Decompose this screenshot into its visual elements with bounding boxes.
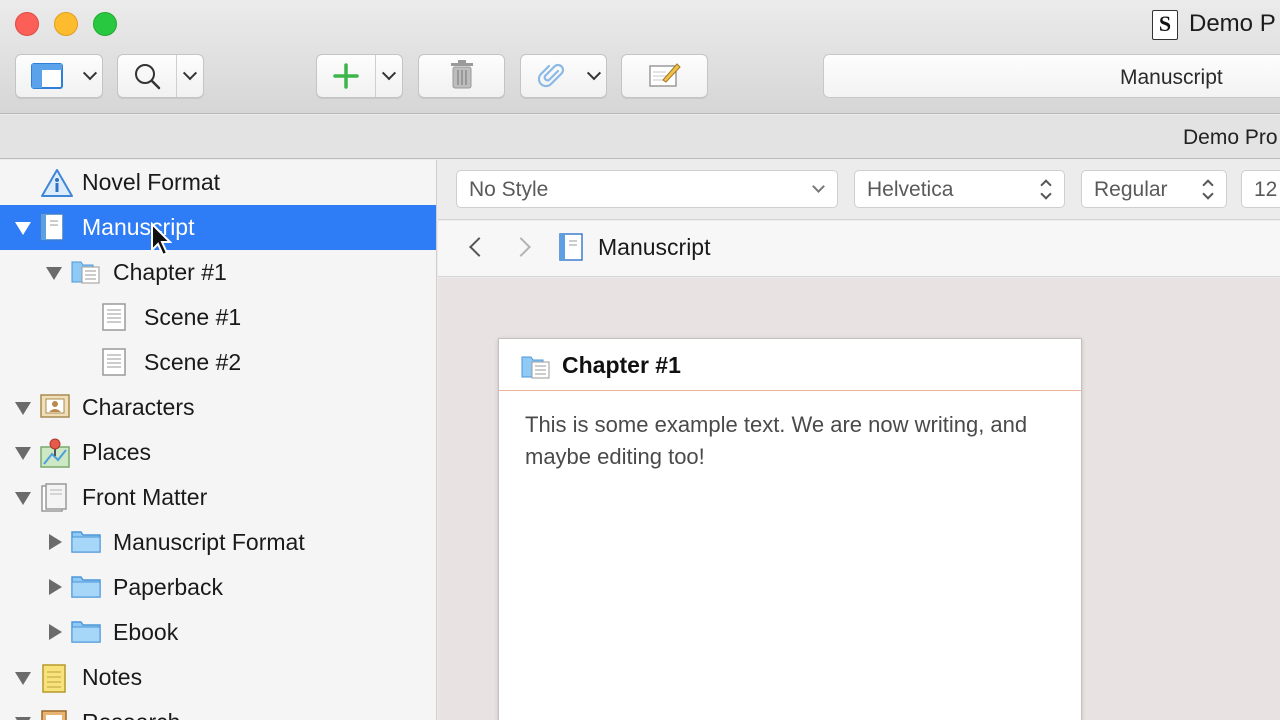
card-body-text[interactable]: This is some example text. We are now wr… (525, 409, 1065, 473)
text-document-icon (102, 348, 126, 381)
font-family-value: Helvetica (867, 178, 954, 201)
font-weight-select[interactable]: Regular (1081, 170, 1227, 208)
binder-item-label: Chapter #1 (113, 259, 227, 285)
front-matter-icon (40, 483, 68, 518)
plus-icon[interactable] (317, 55, 375, 97)
binder-item-label: Places (82, 439, 152, 465)
text-document-icon (102, 303, 126, 336)
binder-item-front-matter[interactable]: Front Matter (0, 475, 436, 520)
chevron-down-icon[interactable] (177, 55, 203, 97)
disclosure-collapsed-icon[interactable] (49, 579, 62, 595)
chevron-down-icon[interactable] (583, 55, 605, 97)
binder-item-characters[interactable]: Characters (0, 385, 436, 430)
view-layout-button[interactable] (15, 54, 103, 98)
warning-info-icon (40, 168, 74, 203)
scrivener-document-icon: S (1152, 10, 1178, 40)
folder-icon (71, 573, 101, 604)
binder-item-label: Manuscript Format (113, 529, 305, 555)
paperclip-icon[interactable] (521, 55, 583, 97)
search-button[interactable] (117, 54, 204, 98)
compose-button[interactable] (621, 54, 708, 98)
disclosure-expanded-icon[interactable] (15, 672, 31, 685)
binder-item-ebook[interactable]: Ebook (0, 610, 436, 655)
font-size-value: 12 (1254, 178, 1278, 201)
font-family-select[interactable]: Helvetica (854, 170, 1065, 208)
character-card-icon (40, 393, 70, 424)
binder-item-label: Scene #2 (144, 349, 242, 375)
forward-arrow-icon[interactable] (511, 237, 531, 257)
project-title-bar: Demo Pro (0, 115, 1280, 159)
folder-icon (71, 618, 101, 649)
editor-header-bar: Manuscript (438, 221, 1280, 277)
stepper-arrows-icon (1040, 179, 1052, 201)
editor-header-title: Manuscript (598, 234, 711, 260)
document-title-field[interactable]: Manuscript (823, 54, 1280, 98)
binder-item-manuscript[interactable]: Manuscript (0, 205, 436, 250)
disclosure-expanded-icon[interactable] (15, 402, 31, 415)
binder-sidebar: Novel Format Manuscript Chapter #1 Scene #1… (0, 160, 437, 720)
disclosure-expanded-icon[interactable] (15, 222, 31, 235)
font-weight-value: Regular (1094, 178, 1168, 201)
map-pin-icon (40, 438, 70, 473)
font-size-field[interactable]: 12 (1241, 170, 1280, 208)
binder-item-scene-1[interactable]: Scene #1 (0, 295, 436, 340)
window-toolbar: S Demo P Manuscript (0, 0, 1280, 114)
paragraph-style-value: No Style (469, 178, 549, 201)
back-arrow-icon[interactable] (469, 237, 489, 257)
disclosure-expanded-icon[interactable] (15, 447, 31, 460)
minimize-window-button[interactable] (54, 12, 78, 36)
stepper-arrows-icon (1202, 179, 1214, 201)
binder-item-label: Novel Format (82, 169, 221, 195)
draft-folder-icon (559, 233, 583, 266)
binder-item-manuscript-format[interactable]: Manuscript Format (0, 520, 436, 565)
attach-button[interactable] (520, 54, 607, 98)
trash-button[interactable] (418, 54, 505, 98)
binder-item-label: Front Matter (82, 484, 208, 510)
trash-icon (449, 59, 475, 94)
disclosure-expanded-icon[interactable] (46, 267, 62, 280)
binder-item-label: Characters (82, 394, 195, 420)
binder-layout-icon[interactable] (16, 55, 78, 97)
disclosure-collapsed-icon[interactable] (49, 624, 62, 640)
mouse-pointer-icon (150, 221, 174, 263)
binder-item-places[interactable]: Places (0, 430, 436, 475)
window-title: Demo P (1189, 10, 1276, 37)
binder-item-paperback[interactable]: Paperback (0, 565, 436, 610)
binder-item-novel-format[interactable]: Novel Format (0, 160, 436, 205)
card-header: Chapter #1 (499, 339, 1081, 391)
binder-item-label: Scene #1 (144, 304, 242, 330)
disclosure-expanded-icon[interactable] (15, 492, 31, 505)
chapter-folder-icon (71, 258, 101, 289)
project-title: Demo Pro (1183, 126, 1278, 149)
zoom-window-button[interactable] (93, 12, 117, 36)
chevron-down-icon[interactable] (376, 55, 402, 97)
binder-item-label: Paperback (113, 574, 223, 600)
document-title-label: Manuscript (1120, 66, 1223, 89)
binder-item-notes[interactable]: Notes (0, 655, 436, 700)
document-card[interactable]: Chapter #1 This is some example text. We… (498, 338, 1082, 720)
binder-item-label: Research (82, 709, 180, 720)
notepad-icon (40, 663, 68, 698)
binder-item-chapter-1[interactable]: Chapter #1 (0, 250, 436, 295)
chevron-down-icon (812, 180, 825, 193)
binder-item-label: Notes (82, 664, 143, 690)
add-button[interactable] (316, 54, 403, 98)
binder-item-research[interactable]: Research (0, 700, 436, 720)
disclosure-collapsed-icon[interactable] (49, 534, 62, 550)
chevron-down-icon[interactable] (78, 55, 102, 97)
chapter-folder-icon (521, 353, 551, 384)
binder-item-scene-2[interactable]: Scene #2 (0, 340, 436, 385)
format-bar: No Style Helvetica Regular 12 (438, 160, 1280, 220)
paragraph-style-select[interactable]: No Style (456, 170, 838, 208)
research-icon (40, 708, 68, 720)
folder-icon (71, 528, 101, 559)
scrivenings-canvas: Chapter #1 This is some example text. We… (438, 278, 1280, 720)
search-icon[interactable] (118, 55, 176, 97)
draft-folder-icon (40, 213, 64, 246)
binder-item-label: Ebook (113, 619, 179, 645)
compose-icon (648, 60, 682, 93)
binder-item-label: Manuscript (82, 214, 195, 240)
card-title: Chapter #1 (562, 352, 681, 378)
close-window-button[interactable] (15, 12, 39, 36)
